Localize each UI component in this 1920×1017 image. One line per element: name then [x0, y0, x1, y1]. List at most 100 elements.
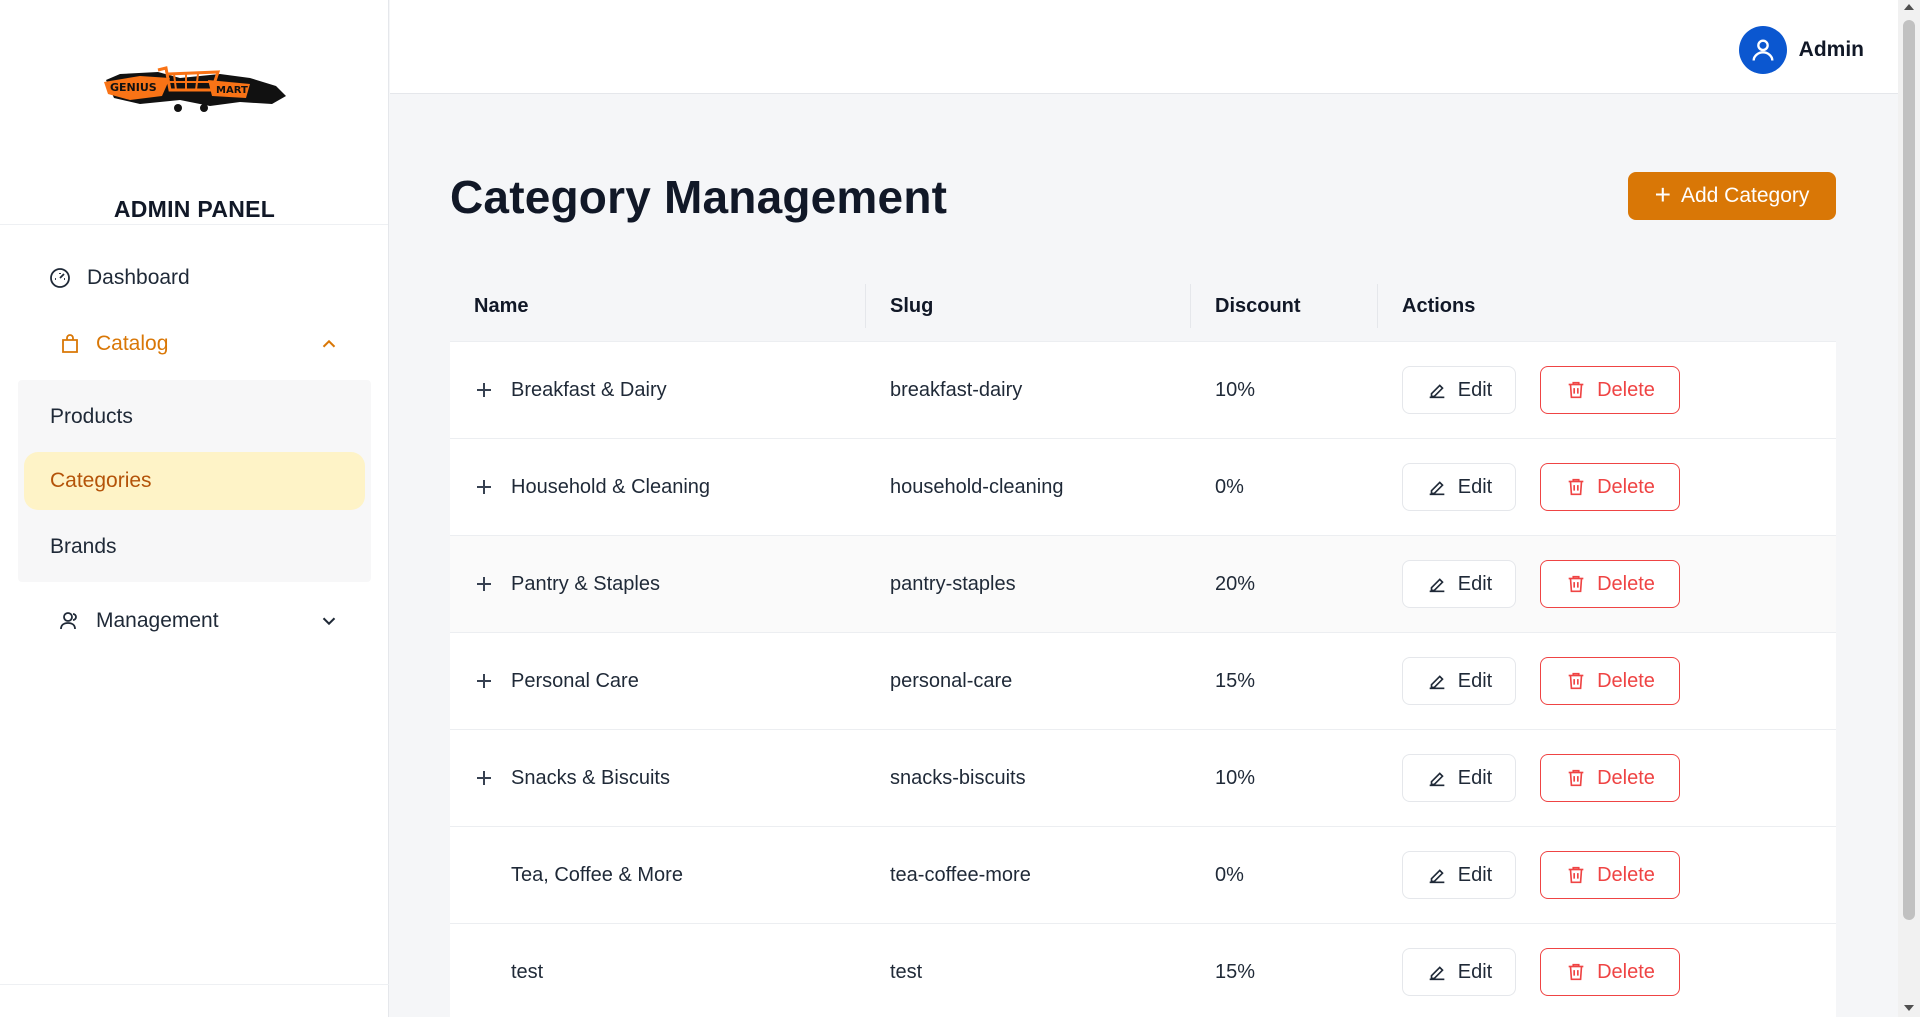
category-slug: pantry-staples — [890, 573, 1016, 595]
category-table: Name Slug Discount Actions Breakfast & D… — [450, 270, 1836, 1017]
scroll-thumb[interactable] — [1903, 20, 1915, 920]
delete-button[interactable]: Delete — [1540, 560, 1680, 608]
category-slug: household-cleaning — [890, 476, 1064, 498]
expand-plus-icon[interactable] — [474, 768, 494, 788]
delete-label: Delete — [1597, 960, 1655, 983]
edit-button[interactable]: Edit — [1402, 560, 1516, 608]
users-icon — [60, 612, 77, 630]
category-name: Breakfast & Dairy — [511, 379, 667, 401]
table-row: Breakfast & Dairy breakfast-dairy 10% Edit… — [450, 342, 1836, 439]
edit-label: Edit — [1457, 960, 1493, 983]
pencil-icon — [1429, 772, 1445, 787]
category-name: Tea, Coffee & More — [511, 864, 683, 886]
edit-label: Edit — [1457, 669, 1493, 692]
edit-button[interactable]: Edit — [1402, 366, 1516, 414]
expand-plus-icon[interactable] — [474, 477, 494, 497]
topbar: Admin — [390, 0, 1898, 94]
scroll-up-arrow-icon[interactable] — [1904, 4, 1914, 10]
edit-button[interactable]: Edit — [1402, 948, 1516, 996]
expand-plus-icon[interactable] — [474, 671, 494, 691]
table-row: Personal Care personal-care 15% Edit Delet… — [450, 633, 1836, 730]
delete-label: Delete — [1597, 378, 1655, 401]
nav-catalog[interactable]: Catalog — [0, 316, 389, 372]
table-row: Pantry & Staples pantry-staples 20% Edit D… — [450, 536, 1836, 633]
admin-panel-title: ADMIN PANEL — [113, 196, 276, 222]
nav-dashboard[interactable]: Dashboard — [0, 250, 389, 306]
pencil-icon — [1429, 869, 1445, 884]
delete-button[interactable]: Delete — [1540, 851, 1680, 899]
column-header-discount[interactable]: Discount — [1215, 270, 1301, 342]
edit-button[interactable]: Edit — [1402, 657, 1516, 705]
pencil-icon — [1429, 966, 1445, 981]
trash-icon — [1568, 478, 1584, 496]
table-row: Snacks & Biscuits snacks-biscuits 10% Edit… — [450, 730, 1836, 827]
catalog-submenu: Products Categories Brands — [18, 380, 371, 582]
column-divider — [1377, 284, 1378, 328]
column-header-slug[interactable]: Slug — [890, 270, 933, 342]
delete-button[interactable]: Delete — [1540, 657, 1680, 705]
expand-plus-icon[interactable] — [474, 574, 494, 594]
category-slug: tea-coffee-more — [890, 864, 1031, 886]
trash-icon — [1568, 963, 1584, 981]
edit-button[interactable]: Edit — [1402, 851, 1516, 899]
avatar[interactable] — [1738, 26, 1787, 74]
shopping-bag-icon — [62, 334, 78, 353]
plus-icon: + — [1654, 178, 1671, 210]
pencil-icon — [1429, 384, 1445, 399]
page-title: Category Management — [450, 171, 948, 223]
trash-icon — [1568, 672, 1584, 690]
delete-label: Delete — [1597, 572, 1655, 595]
category-name: test — [511, 961, 544, 983]
delete-button[interactable]: Delete — [1540, 948, 1680, 996]
delete-label: Delete — [1597, 669, 1655, 692]
table-row: test test 15% Edit Delete — [450, 924, 1836, 1017]
column-divider — [1190, 284, 1191, 328]
pencil-icon — [1429, 481, 1445, 496]
genius-mart-logo[interactable]: GENIUS MART — [100, 60, 290, 122]
category-discount: 20% — [1215, 573, 1256, 595]
category-slug: test — [890, 961, 923, 983]
user-menu[interactable]: Admin — [1738, 26, 1864, 74]
edit-button[interactable]: Edit — [1402, 463, 1516, 511]
sidebar-item-products[interactable]: Products — [24, 388, 365, 446]
delete-button[interactable]: Delete — [1540, 463, 1680, 511]
category-name: Pantry & Staples — [511, 573, 660, 595]
chevron-up-icon[interactable] — [318, 333, 340, 355]
logo-brand-secondary: MART — [216, 85, 248, 96]
table-header: Name Slug Discount Actions — [450, 270, 1836, 342]
category-discount: 0% — [1215, 864, 1244, 886]
trash-icon — [1568, 866, 1584, 884]
scroll-down-arrow-icon[interactable] — [1904, 1005, 1914, 1011]
delete-label: Delete — [1597, 766, 1655, 789]
edit-label: Edit — [1457, 572, 1493, 595]
column-divider — [865, 284, 866, 328]
table-row: Tea, Coffee & More tea-coffee-more 0% Edit… — [450, 827, 1836, 924]
category-discount: 15% — [1215, 670, 1256, 692]
column-header-name[interactable]: Name — [474, 270, 528, 342]
nav-dashboard-label: Dashboard — [87, 266, 190, 289]
category-name: Household & Cleaning — [511, 476, 711, 498]
category-slug: snacks-biscuits — [890, 767, 1026, 789]
edit-button[interactable]: Edit — [1402, 754, 1516, 802]
chevron-down-icon[interactable] — [318, 610, 340, 632]
trash-icon — [1568, 769, 1584, 787]
sidebar: GENIUS MART ADMIN PANEL Dashboard Catalo… — [0, 0, 389, 1017]
delete-button[interactable]: Delete — [1540, 754, 1680, 802]
sidebar-item-brands[interactable]: Brands — [24, 518, 365, 576]
table-row: Household & Cleaning household-cleaning 0%… — [450, 439, 1836, 536]
sidebar-item-categories[interactable]: Categories — [24, 452, 365, 510]
pencil-icon — [1429, 675, 1445, 690]
add-category-button[interactable]: + Add Category — [1628, 172, 1836, 220]
sidebar-footer-divider — [0, 984, 389, 985]
delete-button[interactable]: Delete — [1540, 366, 1680, 414]
nav-management[interactable]: Management — [0, 593, 389, 649]
category-name: Snacks & Biscuits — [511, 767, 670, 789]
page-scrollbar[interactable] — [1898, 0, 1920, 1017]
trash-icon — [1568, 575, 1584, 593]
edit-label: Edit — [1457, 475, 1493, 498]
category-discount: 15% — [1215, 961, 1256, 983]
category-slug: personal-care — [890, 670, 1013, 692]
expand-plus-icon[interactable] — [474, 380, 494, 400]
user-icon — [1752, 39, 1774, 61]
edit-label: Edit — [1457, 863, 1493, 886]
